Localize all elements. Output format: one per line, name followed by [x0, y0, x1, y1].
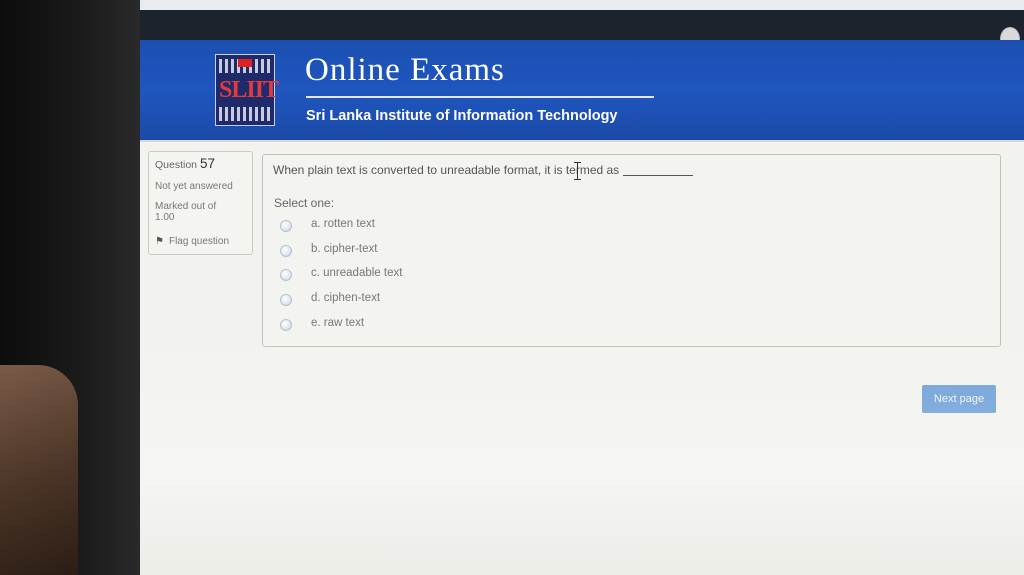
question-number: Question 57 [155, 156, 215, 171]
mark-value: 1.00 [155, 212, 175, 223]
option-label: a. rotten text [311, 218, 375, 230]
question-text-value: When plain text is converted to unreadab… [273, 163, 620, 177]
text-cursor-cap-top [574, 162, 581, 163]
option-label: e. raw text [311, 317, 365, 329]
sliit-logo: SLIIT [215, 54, 279, 126]
site-subtitle: Sri Lanka Institute of Information Techn… [306, 108, 618, 124]
title-divider [306, 96, 654, 98]
answer-blank [623, 175, 694, 176]
question-number-value: 57 [199, 156, 215, 171]
screen-glare [140, 330, 1024, 575]
text-cursor-cap-bottom [574, 179, 581, 180]
radio-button[interactable] [280, 220, 292, 232]
question-label: Question [155, 159, 198, 171]
flag-question-link[interactable]: ⚑ Flag question [155, 236, 229, 247]
logo-pattern-bottom [219, 107, 271, 121]
select-one-label: Select one: [274, 196, 335, 210]
browser-screen: SLIIT Online Exams Sri Lanka Institute o… [140, 0, 1024, 575]
flag-label: Flag question [168, 236, 230, 247]
question-content: When plain text is converted to unreadab… [262, 154, 1001, 347]
option-label: b. cipher-text [311, 243, 378, 255]
header-banner: SLIIT Online Exams Sri Lanka Institute o… [140, 40, 1024, 142]
question-mark: Marked out of 1.00 [155, 201, 216, 223]
photo-finger [0, 365, 78, 575]
option-label: d. ciphen-text [311, 292, 381, 304]
radio-button[interactable] [280, 294, 292, 306]
question-info-panel: Question 57 Not yet answered Marked out … [148, 151, 253, 255]
radio-button[interactable] [280, 245, 292, 257]
radio-button[interactable] [280, 269, 292, 281]
next-page-button[interactable]: Next page [922, 385, 996, 413]
option-label: c. unreadable text [311, 267, 403, 279]
logo-crest [238, 59, 252, 67]
site-title: Online Exams [305, 52, 505, 88]
flag-icon: ⚑ [155, 236, 164, 247]
radio-button[interactable] [280, 319, 292, 331]
mark-label: Marked out of [155, 201, 217, 212]
text-cursor-icon [577, 162, 578, 180]
question-state: Not yet answered [155, 181, 233, 192]
question-text: When plain text is converted to unreadab… [273, 163, 694, 177]
logo-text: SLIIT [219, 77, 279, 103]
browser-edge [140, 0, 1024, 10]
